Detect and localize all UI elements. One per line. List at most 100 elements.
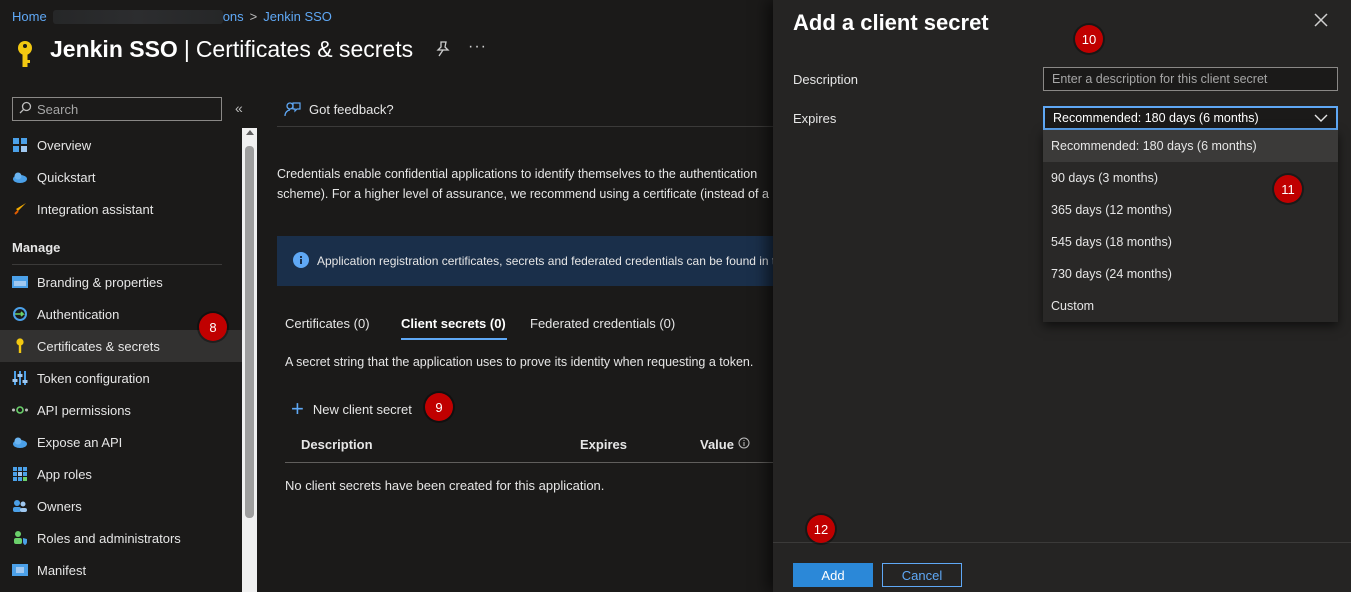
search-icon [19,101,32,117]
divider [12,264,222,265]
info-banner-text: Application registration certificates, s… [317,254,774,268]
tab-certificates[interactable]: Certificates (0) [285,316,370,331]
info-banner: Application registration certificates, s… [277,236,774,286]
sidebar-item-label: Overview [37,137,92,153]
scrollbar-thumb[interactable] [245,146,254,518]
expires-option[interactable]: Recommended: 180 days (6 months) [1043,130,1338,162]
info-icon [293,251,309,271]
sliders-icon [12,370,28,386]
cloud-icon [12,434,28,450]
expires-option[interactable]: 730 days (24 months) [1043,258,1338,290]
expires-dropdown-list: Recommended: 180 days (6 months) 90 days… [1043,130,1338,322]
expires-option[interactable]: Custom [1043,290,1338,322]
active-tab-indicator [401,338,507,340]
expires-selected-value: Recommended: 180 days (6 months) [1053,111,1259,125]
sidebar-item-label: Certificates & secrets [37,338,160,354]
breadcrumb-home[interactable]: Home [12,9,47,24]
credentials-description: Credentials enable confidential applicat… [277,164,774,204]
column-header-value-label: Value [700,437,734,452]
feedback-link[interactable]: Got feedback? [284,101,394,118]
sidebar-search[interactable] [12,97,222,121]
sidebar-item-roles-administrators[interactable]: Roles and administrators [0,522,242,554]
key-icon [14,40,36,73]
auth-icon [12,306,28,322]
breadcrumb: Home ons > Jenkin SSO [12,9,332,24]
sidebar-item-api-permissions[interactable]: API permissions [0,394,242,426]
page-title: Jenkin SSO | Certificates & secrets [50,36,413,63]
sidebar-item-manifest[interactable]: Manifest [0,554,242,586]
client-secret-description: A secret string that the application use… [285,355,754,369]
user-shield-icon [12,530,28,546]
description-input[interactable] [1043,67,1338,91]
sidebar-item-token-configuration[interactable]: Token configuration [0,362,242,394]
close-icon[interactable] [1313,12,1329,31]
breadcrumb-separator: > [249,9,258,24]
sidebar-item-label: Quickstart [37,169,96,185]
search-input[interactable] [37,101,207,117]
section-name: Certificates & secrets [195,36,414,62]
step-badge: 9 [425,393,453,421]
new-client-secret-label: New client secret [312,401,412,417]
breadcrumb-redacted [52,9,223,24]
manage-section-title: Manage [12,240,61,255]
branding-icon [12,274,28,290]
sidebar-item-quickstart[interactable]: Quickstart [0,161,242,193]
api-icon [12,402,28,418]
column-header-expires[interactable]: Expires [580,437,627,452]
expires-label: Expires [793,111,837,126]
table-header-divider [285,462,774,463]
sidebar-item-branding[interactable]: Branding & properties [0,266,242,298]
people-icon [12,498,28,514]
sidebar-item-label: Owners [37,498,82,514]
sidebar-item-app-roles[interactable]: App roles [0,458,242,490]
add-button[interactable]: Add [793,563,873,587]
feedback-label: Got feedback? [309,102,394,117]
column-header-description[interactable]: Description [301,437,373,452]
info-icon [738,437,750,452]
key-icon [12,338,28,354]
grid-icon [12,466,28,482]
cancel-button[interactable]: Cancel [882,563,962,587]
sidebar-item-owners[interactable]: Owners [0,490,242,522]
divider [277,126,777,127]
step-badge: 8 [199,313,227,341]
manifest-icon [12,562,28,578]
more-options-icon[interactable]: ··· [468,38,487,56]
title-separator: | [183,36,190,62]
feedback-icon [284,102,301,117]
sidebar-item-expose-api[interactable]: Expose an API [0,426,242,458]
breadcrumb-parent[interactable]: ons [223,9,244,24]
sidebar-item-label: App roles [37,466,92,482]
cloud-icon [12,169,28,185]
step-badge: 10 [1075,25,1103,53]
expires-option[interactable]: 545 days (18 months) [1043,226,1338,258]
description-line: Credentials enable confidential applicat… [277,167,758,181]
sidebar-item-label: Integration assistant [37,201,154,217]
tab-client-secrets[interactable]: Client secrets (0) [401,316,506,331]
sidebar-item-integration-assistant[interactable]: Integration assistant [0,193,242,225]
grid-icon [12,137,28,153]
app-name: Jenkin SSO [50,36,178,62]
rocket-icon [12,201,28,217]
sidebar-item-label: API permissions [37,402,131,418]
sidebar-item-label: Roles and administrators [37,530,181,546]
tab-federated-credentials[interactable]: Federated credentials (0) [530,316,675,331]
column-header-value[interactable]: Value [700,437,750,452]
pin-icon[interactable] [436,41,450,60]
step-badge: 11 [1274,175,1302,203]
new-client-secret-button[interactable]: + New client secret [291,396,412,421]
expires-select[interactable]: Recommended: 180 days (6 months) [1043,106,1338,130]
plus-icon: + [291,396,304,421]
description-line: scheme). For a higher level of assurance… [277,187,769,201]
description-label: Description [793,72,859,87]
empty-state-message: No client secrets have been created for … [285,478,605,493]
chevron-down-icon [1314,111,1328,125]
sidebar-item-overview[interactable]: Overview [0,129,242,161]
panel-footer-divider [773,542,1351,543]
step-badge: 12 [807,515,835,543]
panel-title: Add a client secret [793,10,989,35]
sidebar-item-label: Manifest [37,562,87,578]
breadcrumb-current[interactable]: Jenkin SSO [263,9,332,24]
scroll-up-icon[interactable] [246,130,254,135]
collapse-sidebar-icon[interactable]: « [235,100,243,116]
